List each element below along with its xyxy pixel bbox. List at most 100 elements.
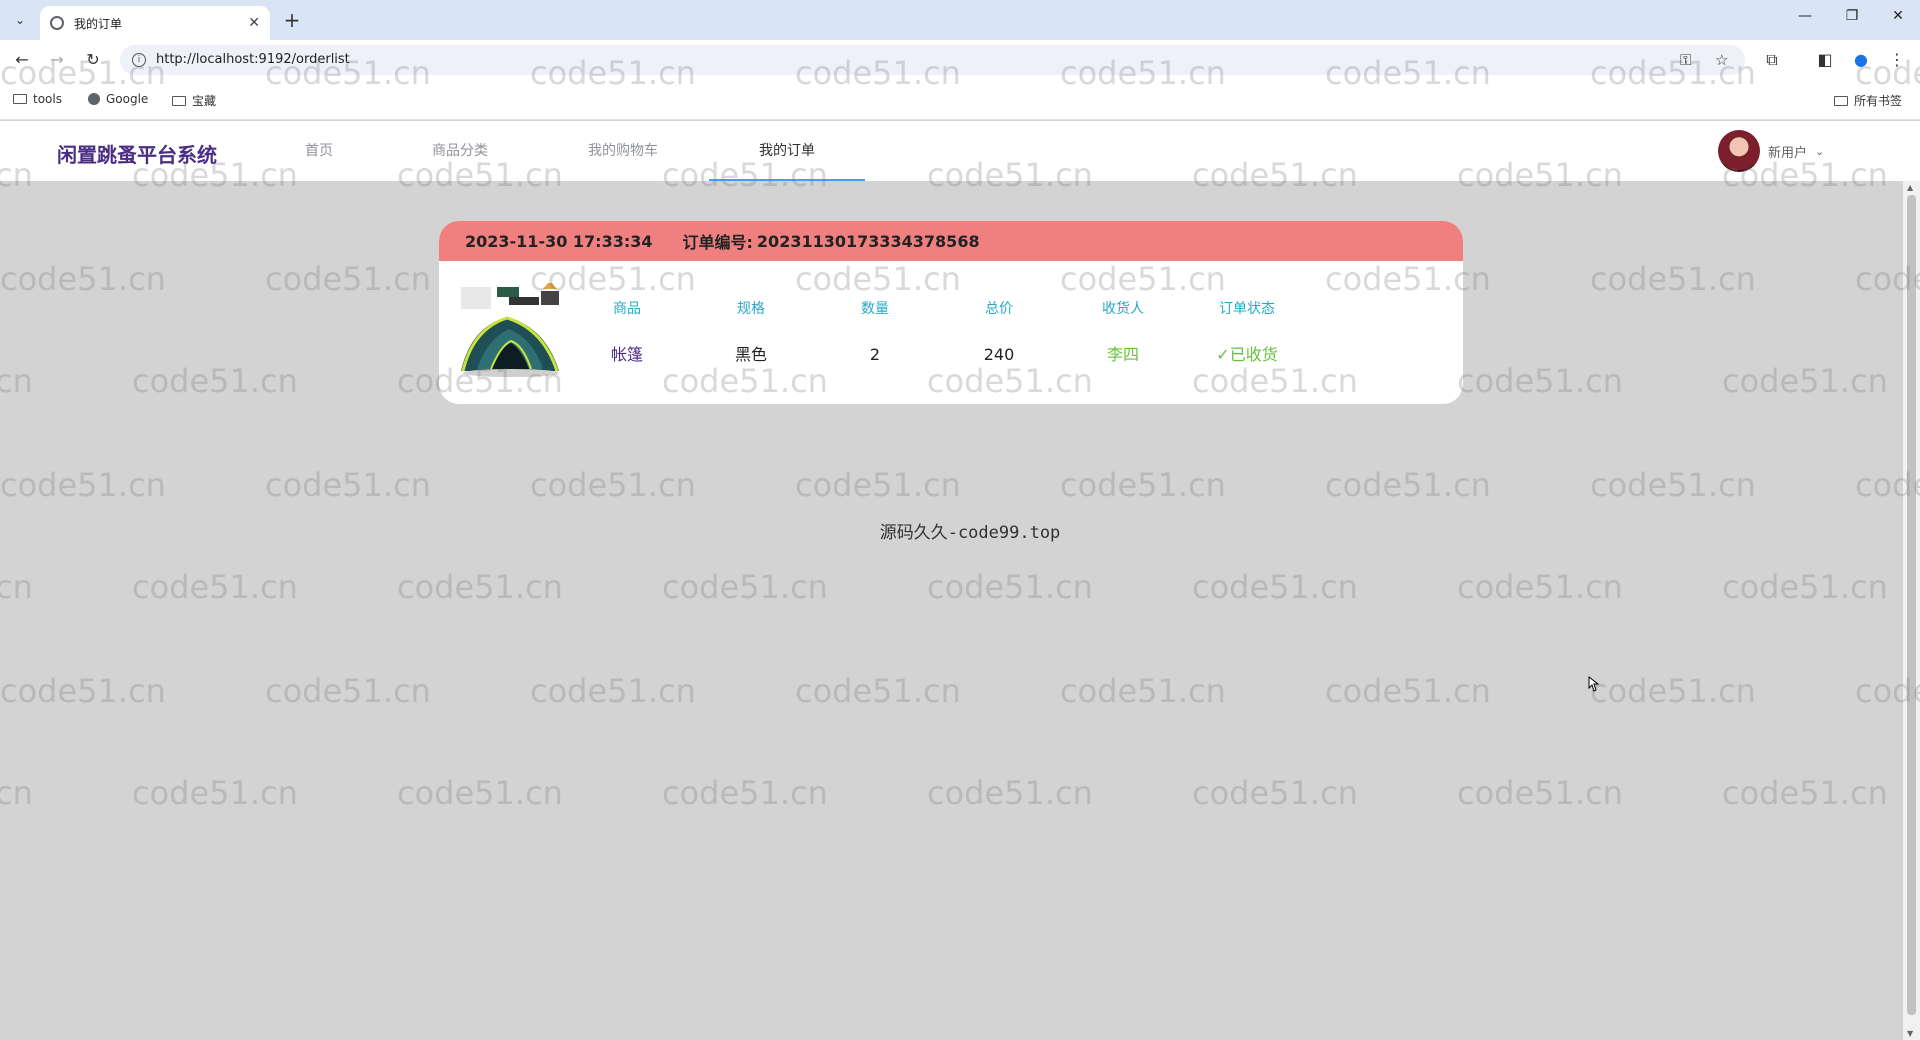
url-text[interactable]: http://localhost:9192/orderlist [156,52,350,67]
watermark-text: code51.cn [0,568,33,606]
nav-cart[interactable]: 我的购物车 [568,121,678,181]
username[interactable]: 新用户 [1768,142,1807,161]
watermark-text: code51.cn [265,466,431,504]
window-close-icon[interactable]: ✕ [1878,8,1918,32]
back-arrow-icon[interactable]: ← [12,50,32,70]
total-value: 240 [983,345,1015,364]
watermark-text: code51.cn [927,774,1093,812]
col-product: 商品 帐篷 [565,299,689,365]
mouse-cursor-icon [1588,676,1599,692]
watermark-text: code51.cn [132,774,298,812]
bookmark-treasure[interactable]: 宝藏 [172,92,216,109]
folder-icon [172,95,186,106]
bookmark-label: 宝藏 [192,94,217,108]
globe-icon [88,93,100,105]
order-card: 2023-11-30 17:33:34 订单编号: 20231130173334… [439,221,1463,404]
side-panel-icon[interactable]: ◧ [1815,50,1835,69]
tab-list-chevron-icon[interactable]: ⌄ [8,8,32,32]
profile-icon[interactable]: ● [1851,50,1871,69]
order-header: 2023-11-30 17:33:34 订单编号: 20231130173334… [439,221,1463,261]
globe-icon [50,16,64,30]
site-logo[interactable]: 闲置跳蚤平台系统 [57,139,217,168]
col-header: 订单状态 [1219,301,1275,317]
browser-tab-active[interactable]: 我的订单 ✕ [40,6,270,40]
watermark-text: code51.cn [0,466,166,504]
watermark-text: code51.cn [1722,568,1888,606]
bookmark-google[interactable]: Google [88,92,148,106]
watermark-text: code51.cn [265,260,431,298]
nav-orders[interactable]: 我的订单 [709,121,865,181]
watermark-text: code51.cn [1457,362,1623,400]
col-header: 规格 [737,301,765,317]
watermark-text: code51.cn [1060,466,1226,504]
watermark-text: code51.cn [1722,362,1888,400]
folder-icon [1834,95,1848,106]
watermark-text: code51.cn [662,568,828,606]
reload-icon[interactable]: ↻ [83,50,103,70]
bookmark-tools[interactable]: tools [13,92,62,106]
extensions-icon[interactable]: ⧉ [1762,50,1782,70]
watermark-text: code51.cn [397,774,563,812]
footer-text: 源码久久-code99.top [879,523,1061,543]
nav-category[interactable]: 商品分类 [410,121,510,181]
avatar[interactable] [1718,130,1760,172]
watermark-text: code51.cn [265,672,431,710]
chevron-down-icon[interactable]: ⌄ [1815,145,1824,158]
order-body: 商品 帐篷 规格 黑色 数量 2 总价 240 收货人 李四 订单状态 ✓已收货 [439,261,1463,404]
bookmarks-bar: tools Google 宝藏 所有书签 [0,80,1920,120]
order-time: 2023-11-30 17:33:34 [465,231,653,251]
watermark-text: code51.cn [795,466,961,504]
watermark-text: code51.cn [1590,672,1756,710]
scroll-down-icon[interactable]: ▼ [1907,1029,1913,1038]
order-no-label: 订单编号: [682,233,753,252]
tent-product-image[interactable] [457,283,561,379]
watermark-text: code51.cn [662,774,828,812]
scrollbar[interactable]: ▲ ▼ [1903,181,1920,1040]
scroll-up-icon[interactable]: ▲ [1907,183,1913,192]
bookmark-label: 所有书签 [1854,94,1903,108]
watermark-text: code51.cn [795,672,961,710]
minimize-icon[interactable]: — [1785,8,1825,32]
watermark-text: code51.cn [530,466,696,504]
watermark-text: code51.cn [132,362,298,400]
bookmark-label: tools [33,92,62,106]
watermark-text: code51.cn [1457,774,1623,812]
site-header: 闲置跳蚤平台系统 首页 商品分类 我的购物车 我的订单 新用户 ⌄ [0,121,1920,181]
product-name[interactable]: 帐篷 [565,345,689,365]
nav-home[interactable]: 首页 [280,121,358,181]
site-info-icon[interactable]: i [132,53,146,67]
watermark-text: code51.cn [1325,466,1491,504]
col-quantity: 数量 2 [813,299,937,365]
watermark-text: code51.cn [530,672,696,710]
tab-title: 我的订单 [74,16,123,31]
menu-kebab-icon[interactable]: ⋮ [1887,50,1907,69]
star-icon[interactable]: ☆ [1715,51,1728,69]
bookmark-label: Google [106,92,149,106]
watermark-text: code51.cn [132,568,298,606]
forward-arrow-icon[interactable]: → [47,50,67,70]
quantity-value: 2 [869,345,881,364]
watermark-text: code51.cn [1192,568,1358,606]
col-header: 商品 [613,301,641,317]
address-bar[interactable]: i http://localhost:9192/orderlist ⚿ ☆ [120,45,1745,75]
col-spec: 规格 黑色 [689,299,813,365]
watermark-text: code51.cn [1325,672,1491,710]
all-bookmarks[interactable]: 所有书签 [1834,92,1902,109]
col-receiver: 收货人 李四 [1061,299,1185,365]
watermark-text: code51.cn [0,672,166,710]
order-no: 20231130173334378568 [756,231,980,251]
restore-icon[interactable]: ❐ [1832,8,1872,32]
col-header: 数量 [861,301,889,317]
col-header: 总价 [985,301,1013,317]
browser-tabbar: ⌄ 我的订单 ✕ + — ❐ ✕ [0,0,1920,40]
scrollbar-thumb[interactable] [1907,195,1916,1015]
user-menu[interactable]: 新用户 ⌄ [1718,130,1824,172]
new-tab-button[interactable]: + [280,9,304,33]
spec-value: 黑色 [734,345,767,364]
watermark-text: code51.cn [1060,672,1226,710]
col-status: 订单状态 ✓已收货 [1185,299,1309,365]
key-icon[interactable]: ⚿ [1680,51,1691,69]
close-tab-icon[interactable]: ✕ [248,15,260,31]
col-header: 收货人 [1102,301,1144,317]
watermark-text: code51.cn [927,568,1093,606]
